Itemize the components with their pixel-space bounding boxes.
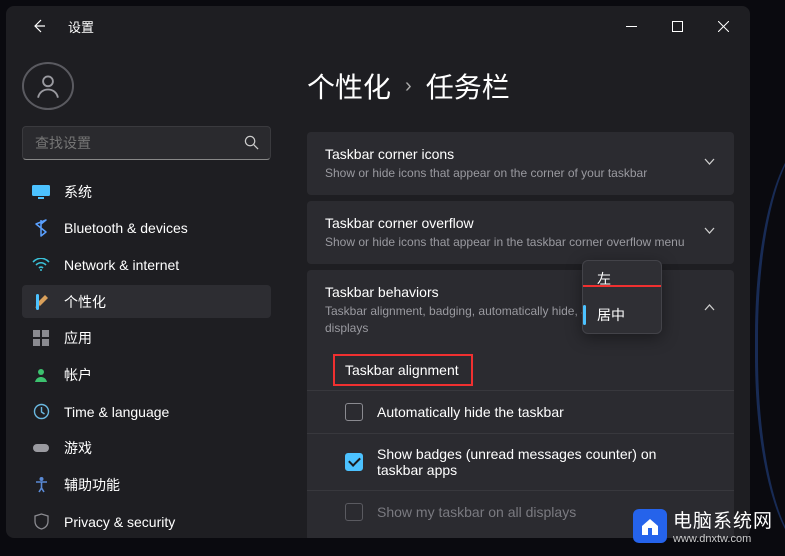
maximize-button[interactable] (654, 10, 700, 42)
sidebar-item-label: 游戏 (64, 438, 92, 458)
dropdown-option-left[interactable]: 左 (583, 261, 661, 297)
sidebar-item-time-language[interactable]: Time & language (22, 395, 271, 428)
gamepad-icon (32, 439, 50, 457)
breadcrumb: 个性化 › 任务栏 (307, 66, 734, 106)
breadcrumb-current: 任务栏 (426, 66, 510, 106)
panel-title: Taskbar corner icons (325, 146, 691, 162)
panel-behaviors[interactable]: Taskbar behaviors Taskbar alignment, bad… (307, 270, 734, 349)
chevron-right-icon: › (405, 75, 412, 98)
sidebar-item-apps[interactable]: 应用 (22, 322, 271, 355)
show-badges-label: Show badges (unread messages counter) on… (377, 446, 667, 478)
sidebar-item-bluetooth[interactable]: Bluetooth & devices (22, 212, 271, 245)
dropdown-option-center[interactable]: 居中 (583, 297, 661, 333)
monitor-icon (32, 183, 50, 201)
row-auto-hide[interactable]: Automatically hide the taskbar (307, 390, 734, 433)
account-icon (32, 366, 50, 384)
sidebar-item-privacy[interactable]: Privacy & security (22, 505, 271, 538)
sidebar-item-gaming[interactable]: 游戏 (22, 432, 271, 465)
clock-globe-icon (32, 403, 50, 421)
arrow-left-icon (31, 18, 47, 34)
sidebar-item-label: 个性化 (64, 292, 106, 312)
sidebar-item-system[interactable]: 系统 (22, 176, 271, 209)
sidebar-item-network[interactable]: Network & internet (22, 249, 271, 282)
highlight-box-left (582, 260, 662, 287)
sidebar-item-label: Privacy & security (64, 514, 175, 530)
sidebar-item-label: Bluetooth & devices (64, 220, 188, 236)
search-box[interactable] (22, 126, 271, 160)
grid-icon (32, 329, 50, 347)
window-title: 设置 (68, 17, 94, 36)
checkbox-all-displays[interactable] (345, 503, 363, 521)
row-show-badges[interactable]: Show badges (unread messages counter) on… (307, 433, 734, 490)
sidebar-item-label: 应用 (64, 328, 92, 348)
search-icon (244, 135, 259, 155)
checkbox-auto-hide[interactable] (345, 403, 363, 421)
watermark-url: www.dnxtw.com (673, 533, 773, 545)
shield-icon (32, 513, 50, 531)
row-taskbar-alignment[interactable]: Taskbar alignment (307, 350, 734, 390)
watermark: 电脑系统网 www.dnxtw.com (633, 506, 773, 545)
panel-desc: Show or hide icons that appear on the co… (325, 165, 691, 181)
sidebar-item-label: Time & language (64, 404, 169, 420)
auto-hide-label: Automatically hide the taskbar (377, 404, 564, 420)
sidebar-item-label: 帐户 (64, 365, 92, 385)
dropdown-option-label: 居中 (597, 307, 625, 323)
back-button[interactable] (28, 15, 50, 37)
breadcrumb-parent[interactable]: 个性化 (307, 66, 391, 106)
panel-desc: Show or hide icons that appear in the ta… (325, 234, 691, 250)
sidebar-item-label: Network & internet (64, 257, 179, 273)
panel-corner-icons[interactable]: Taskbar corner icons Show or hide icons … (307, 132, 734, 195)
maximize-icon (672, 21, 683, 32)
main-content: 个性化 › 任务栏 Taskbar corner icons Show or h… (281, 46, 750, 538)
settings-window: 设置 系统 Bluetooth & devices (6, 6, 750, 538)
wifi-icon (32, 256, 50, 274)
sidebar-item-label: 辅助功能 (64, 475, 120, 495)
minimize-icon (626, 21, 637, 32)
watermark-logo (633, 509, 667, 543)
dropdown-option-label: 左 (597, 271, 611, 287)
panel-title: Taskbar corner overflow (325, 215, 691, 231)
chevron-up-icon (703, 301, 716, 319)
bluetooth-icon (32, 219, 50, 237)
watermark-title: 电脑系统网 (673, 506, 773, 533)
sidebar: 系统 Bluetooth & devices Network & interne… (6, 46, 281, 538)
person-icon (34, 72, 62, 100)
taskbar-alignment-label: Taskbar alignment (345, 362, 459, 378)
titlebar: 设置 (6, 6, 750, 46)
sidebar-item-accessibility[interactable]: 辅助功能 (22, 469, 271, 502)
panel-corner-overflow[interactable]: Taskbar corner overflow Show or hide ico… (307, 201, 734, 264)
minimize-button[interactable] (608, 10, 654, 42)
brush-icon (32, 293, 50, 311)
sidebar-item-accounts[interactable]: 帐户 (22, 359, 271, 392)
alignment-dropdown: 左 居中 (582, 260, 662, 334)
background-decoration (755, 136, 785, 556)
checkbox-show-badges[interactable] (345, 453, 363, 471)
close-icon (718, 21, 729, 32)
close-button[interactable] (700, 10, 746, 42)
house-icon (639, 515, 661, 537)
sidebar-item-label: 系统 (64, 182, 92, 202)
chevron-down-icon (703, 155, 716, 173)
all-displays-label: Show my taskbar on all displays (377, 504, 576, 520)
sidebar-item-personalization[interactable]: 个性化 (22, 285, 271, 318)
search-input[interactable] (22, 126, 271, 160)
chevron-down-icon (703, 224, 716, 242)
accessibility-icon (32, 476, 50, 494)
user-avatar[interactable] (22, 62, 74, 110)
